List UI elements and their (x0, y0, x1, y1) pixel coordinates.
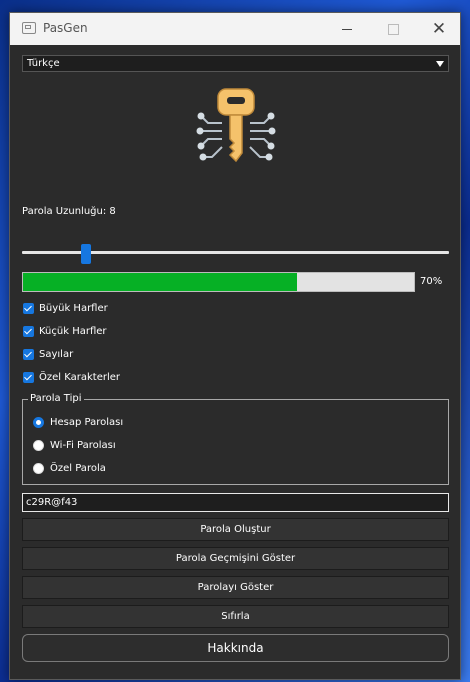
close-button[interactable]: ✕ (416, 13, 462, 45)
generate-password-button[interactable]: Parola Oluştur (22, 518, 449, 541)
password-type-group: Parola Tipi Hesap Parolası Wi-Fi Parolas… (22, 393, 449, 485)
radio-account-password[interactable]: Hesap Parolası (33, 415, 123, 429)
title-bar[interactable]: PasGen ✕ (10, 13, 460, 45)
password-type-title: Parola Tipi (28, 393, 84, 404)
strength-progress-bar (22, 272, 415, 292)
checkbox-label: Sayılar (39, 348, 74, 360)
minimize-button[interactable] (324, 13, 370, 45)
checkbox-checked-icon[interactable] (23, 325, 34, 337)
checkbox-label: Özel Karakterler (39, 371, 120, 383)
checkbox-label: Büyük Harfler (39, 302, 108, 314)
show-history-button[interactable]: Parola Geçmişini Göster (22, 547, 449, 570)
about-button[interactable]: Hakkında (22, 634, 449, 662)
maximize-icon (387, 23, 399, 35)
close-icon: ✕ (431, 19, 447, 39)
radio-selected-icon[interactable] (33, 416, 44, 428)
checkbox-checked-icon[interactable] (23, 348, 34, 360)
show-password-button[interactable]: Parolayı Göster (22, 576, 449, 599)
checkbox-uppercase[interactable]: Büyük Harfler (23, 301, 108, 315)
window-icon (22, 22, 36, 34)
radio-label: Özel Parola (50, 462, 106, 474)
language-select-value: Türkçe (27, 58, 60, 69)
strength-progress-text: 70% (420, 276, 443, 287)
radio-label: Wi-Fi Parolası (50, 439, 116, 451)
maximize-button[interactable] (370, 13, 416, 45)
key-circuit-icon (196, 88, 276, 163)
reset-button[interactable]: Sıfırla (22, 605, 449, 628)
checkbox-lowercase[interactable]: Küçük Harfler (23, 324, 107, 338)
app-window: PasGen ✕ Türkçe Parola Uzunluğu: 8 70% B… (9, 12, 461, 680)
window-title: PasGen (43, 21, 88, 35)
checkbox-checked-icon[interactable] (23, 371, 34, 383)
checkbox-label: Küçük Harfler (39, 325, 107, 337)
language-select[interactable]: Türkçe (22, 55, 449, 72)
strength-progress-fill (23, 273, 297, 291)
length-slider-handle[interactable] (81, 244, 92, 264)
password-output-field[interactable]: c29R@f43 (22, 493, 449, 512)
checkbox-special-chars[interactable]: Özel Karakterler (23, 370, 120, 384)
minimize-icon (342, 28, 352, 30)
radio-unselected-icon[interactable] (33, 462, 44, 474)
chevron-down-icon (436, 61, 444, 67)
radio-wifi-password[interactable]: Wi-Fi Parolası (33, 438, 116, 452)
password-length-label: Parola Uzunluğu: 8 (22, 206, 116, 217)
radio-custom-password[interactable]: Özel Parola (33, 461, 106, 475)
checkbox-numbers[interactable]: Sayılar (23, 347, 73, 361)
radio-unselected-icon[interactable] (33, 439, 44, 451)
radio-label: Hesap Parolası (50, 416, 124, 428)
checkbox-checked-icon[interactable] (23, 302, 34, 314)
